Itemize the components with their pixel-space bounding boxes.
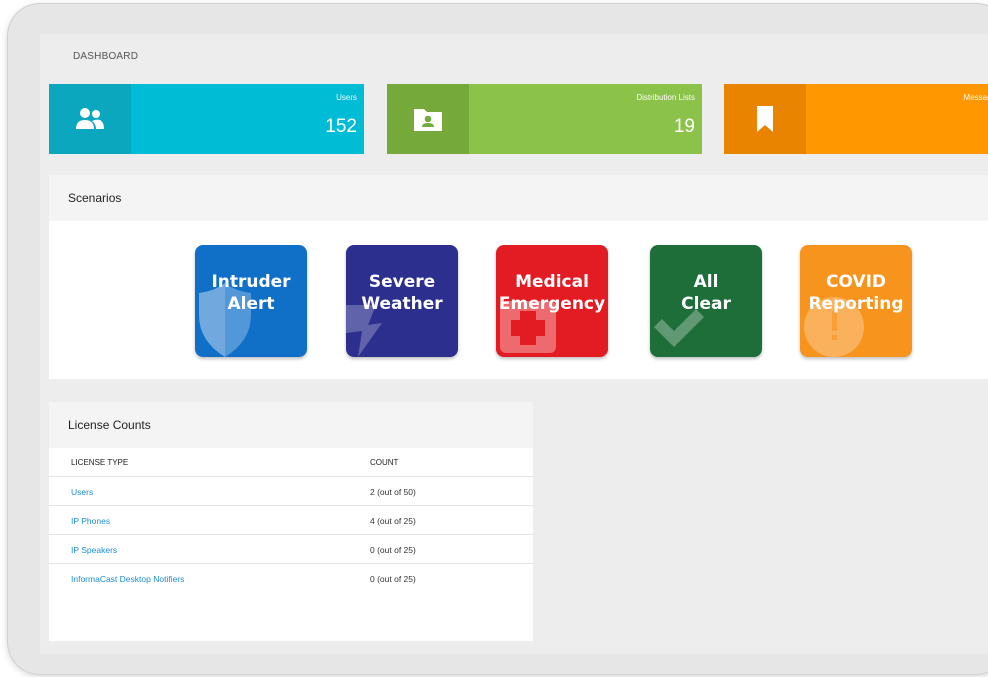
scenario-intruder-alert[interactable]: Intruder Alert (195, 245, 307, 357)
scenario-label: Intruder Alert (211, 272, 291, 314)
scenario-label: Medical Emergency (498, 272, 606, 314)
scenario-covid-reporting[interactable]: COVID Reporting (800, 245, 912, 357)
license-table: LICENSE TYPE COUNT Users 2 (out of 50) I… (49, 448, 533, 592)
license-count: 2 (out of 50) (370, 487, 416, 497)
table-row: InformaCast Desktop Notifiers 0 (out of … (49, 564, 533, 592)
license-type-link[interactable]: InformaCast Desktop Notifiers (71, 574, 184, 584)
stat-card-message[interactable]: Message (724, 84, 988, 154)
scenario-severe-weather[interactable]: Severe Weather (346, 245, 458, 357)
stat-label: Users (336, 93, 357, 102)
stat-value: 19 (673, 116, 695, 137)
scenario-medical-emergency[interactable]: Medical Emergency (496, 245, 608, 357)
users-icon (49, 84, 131, 154)
license-counts-heading: License Counts (49, 402, 533, 448)
scenario-all-clear[interactable]: All Clear (650, 245, 762, 357)
scenarios-panel: Scenarios Intruder Alert Severe Weather (49, 175, 988, 379)
license-count: 0 (out of 25) (370, 574, 416, 584)
page-title: DASHBOARD (73, 51, 139, 62)
scenario-label: All Clear (681, 272, 731, 314)
column-header-count: COUNT (370, 458, 399, 467)
bookmark-icon (724, 84, 806, 154)
license-type-link[interactable]: Users (71, 487, 93, 497)
license-type-link[interactable]: IP Phones (71, 516, 110, 526)
table-header-row: LICENSE TYPE COUNT (49, 448, 533, 477)
dashboard-screen: DASHBOARD Users 152 Distribution Lists 1… (40, 34, 988, 654)
table-row: Users 2 (out of 50) (49, 477, 533, 506)
license-type-link[interactable]: IP Speakers (71, 545, 117, 555)
stat-label: Message (963, 93, 988, 102)
scenarios-heading: Scenarios (49, 175, 988, 221)
stat-card-distribution-lists[interactable]: Distribution Lists 19 (387, 84, 702, 154)
license-count: 0 (out of 25) (370, 545, 416, 555)
license-count: 4 (out of 25) (370, 516, 416, 526)
device-frame: DASHBOARD Users 152 Distribution Lists 1… (8, 4, 988, 674)
scenario-label: COVID Reporting (808, 272, 904, 314)
column-header-license-type: LICENSE TYPE (71, 458, 129, 467)
contact-folder-icon (387, 84, 469, 154)
table-row: IP Phones 4 (out of 25) (49, 506, 533, 535)
scenario-label: Severe Weather (361, 272, 443, 314)
stat-value: 152 (325, 116, 357, 137)
table-row: IP Speakers 0 (out of 25) (49, 535, 533, 564)
license-counts-panel: License Counts LICENSE TYPE COUNT Users … (49, 402, 533, 641)
stat-label: Distribution Lists (636, 93, 695, 102)
stat-card-users[interactable]: Users 152 (49, 84, 364, 154)
